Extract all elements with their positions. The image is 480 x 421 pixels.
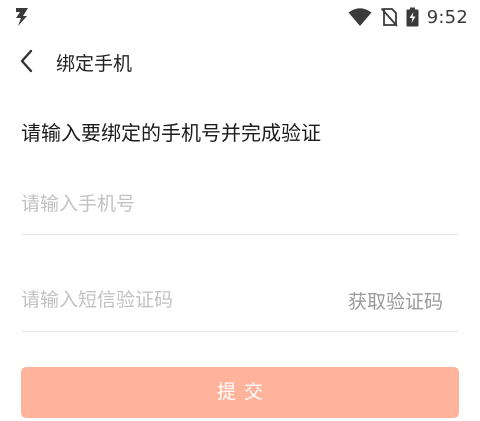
battery-charging-icon [406,7,419,27]
phone-input[interactable] [21,184,451,224]
clock: 9:52 [426,6,468,28]
sms-code-input[interactable] [21,280,321,320]
sms-code-field: 获取验证码 [21,280,459,332]
status-bar: 9:52 [0,0,480,34]
wifi-icon [348,8,372,26]
status-icons: 9:52 [348,6,468,28]
back-button[interactable] [12,46,42,76]
phone-field [21,184,459,235]
no-sim-icon [380,7,398,27]
get-code-button[interactable]: 获取验证码 [348,287,443,314]
submit-button[interactable]: 提交 [21,367,459,418]
app-logo-icon [16,8,28,26]
toolbar: 绑定手机 [0,40,480,82]
instruction-heading: 请输入要绑定的手机号并完成验证 [21,121,321,145]
chevron-left-icon [20,49,33,73]
page-title: 绑定手机 [56,53,133,75]
